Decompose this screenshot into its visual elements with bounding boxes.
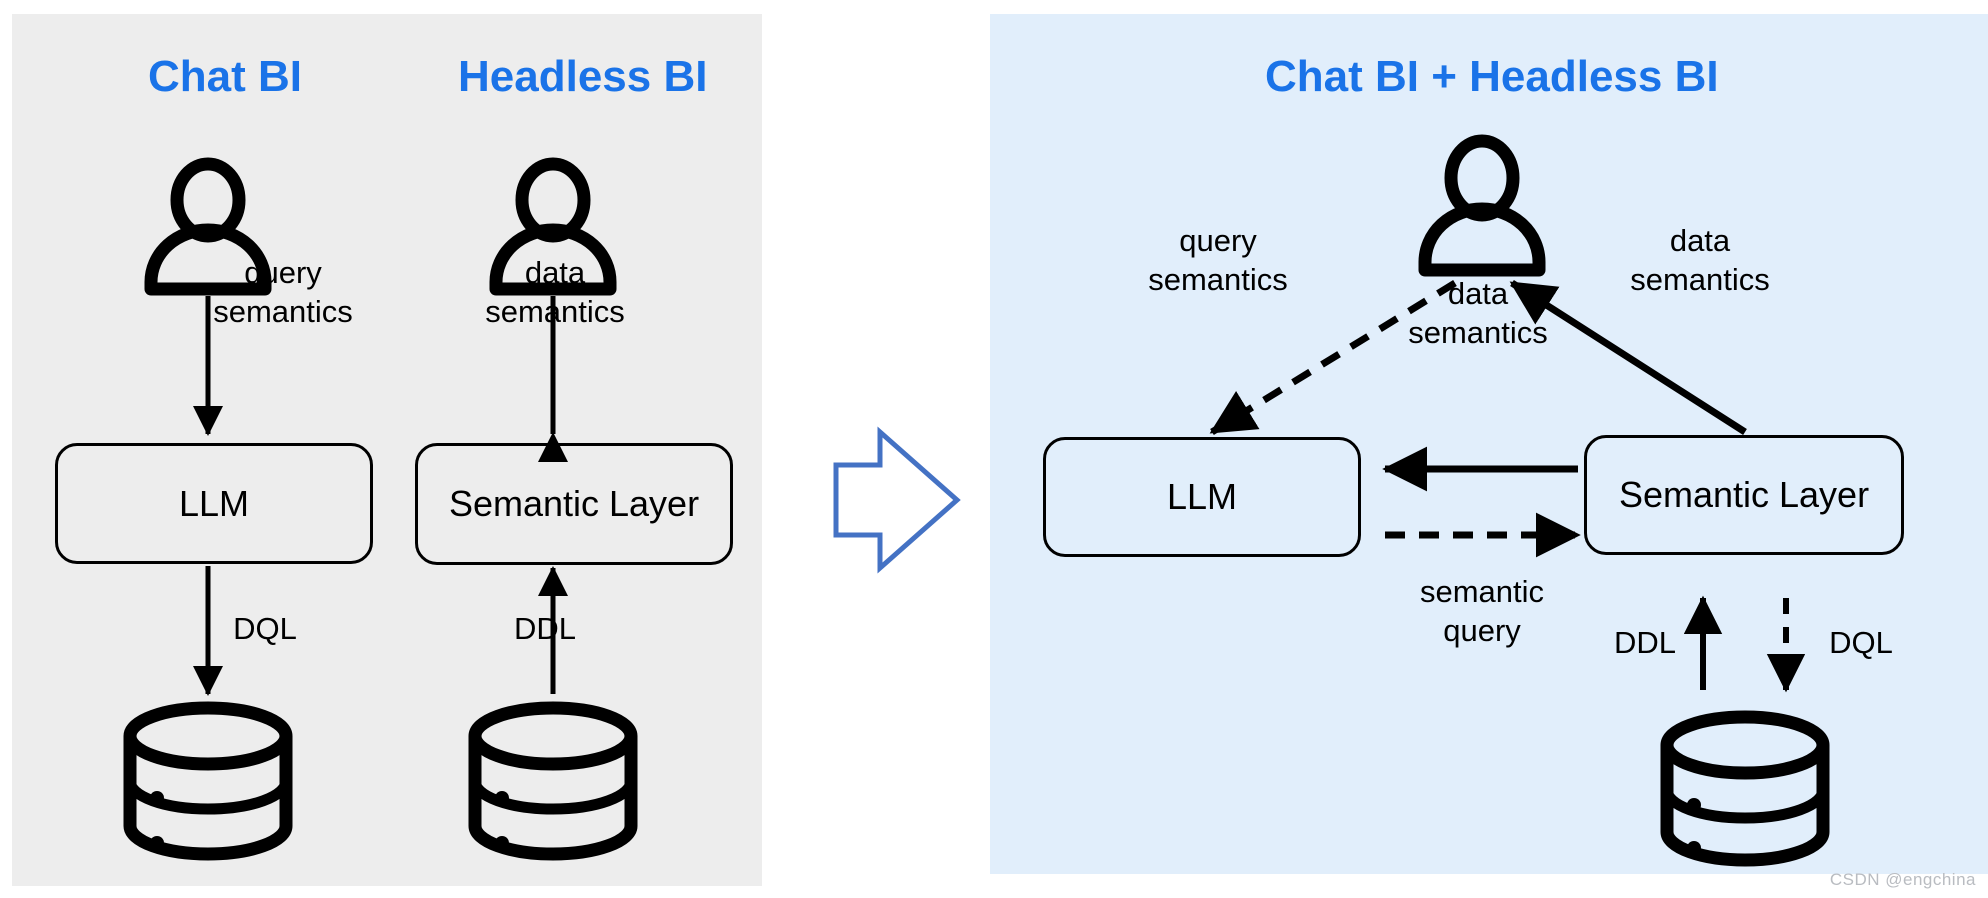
watermark: CSDN @engchina xyxy=(1829,870,1976,889)
left-title-chat-bi: Chat BI xyxy=(148,52,302,101)
left-edge-label-ddl: DDL xyxy=(513,611,576,646)
left-edge-label-data-semantics: data semantics xyxy=(485,255,625,329)
left-title-headless-bi: Headless BI xyxy=(458,52,708,101)
right-edge-label-dql: DQL xyxy=(1829,625,1893,660)
left-edge-label-query-semantics: query semantics xyxy=(213,255,353,329)
left-node-llm: LLM xyxy=(55,443,373,564)
right-node-llm: LLM xyxy=(1043,437,1361,557)
left-node-semantic-layer: Semantic Layer xyxy=(415,443,733,565)
diagram-canvas: Chat BI Headless BI LLM Semantic Layer q… xyxy=(0,0,1988,898)
right-edge-label-semantic-query: semantic query xyxy=(1419,574,1545,648)
left-edge-label-dql: DQL xyxy=(233,611,297,646)
right-title-combined: Chat BI + Headless BI xyxy=(1265,52,1719,101)
left-node-semantic-layer-label: Semantic Layer xyxy=(448,483,700,524)
right-edge-label-data-semantics-right: data semantics xyxy=(1630,223,1770,297)
right-edge-label-data-semantics-center: data semantics xyxy=(1408,276,1548,350)
right-node-semantic-layer: Semantic Layer xyxy=(1584,435,1904,555)
right-node-semantic-layer-label: Semantic Layer xyxy=(1618,474,1870,515)
block-arrow-right-icon xyxy=(833,426,961,574)
right-edge-label-query-semantics: query semantics xyxy=(1148,223,1288,297)
right-edge-label-ddl: DDL xyxy=(1613,625,1676,660)
left-node-llm-label: LLM xyxy=(178,482,250,524)
right-node-llm-label: LLM xyxy=(1166,476,1238,517)
